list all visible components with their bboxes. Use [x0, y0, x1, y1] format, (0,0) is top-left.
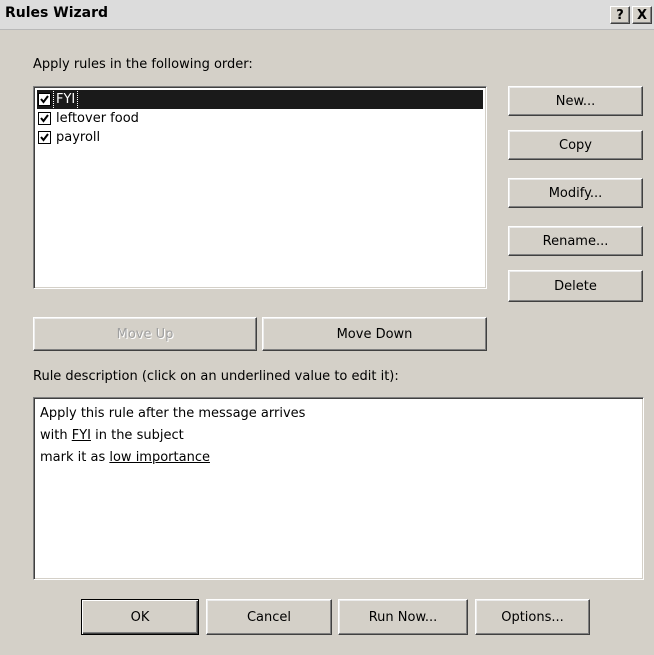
subject-value-link[interactable]: FYI: [72, 428, 91, 443]
window-title: Rules Wizard: [5, 5, 109, 21]
rule-label: payroll: [56, 130, 101, 145]
modify-button[interactable]: Modify...: [508, 178, 643, 208]
rule-item-payroll[interactable]: payroll: [37, 128, 483, 147]
rule-description-box: Apply this rule after the message arrive…: [33, 397, 644, 580]
rules-list[interactable]: FYI leftover food payroll: [33, 86, 487, 289]
ok-button[interactable]: OK: [81, 599, 199, 635]
rule-checkbox[interactable]: [38, 93, 51, 106]
rule-checkbox[interactable]: [38, 131, 51, 144]
description-line: with FYI in the subject: [40, 428, 184, 443]
delete-button[interactable]: Delete: [508, 270, 643, 302]
checkmark-icon: [40, 133, 49, 142]
help-button[interactable]: ?: [610, 6, 630, 24]
description-line: Apply this rule after the message arrive…: [40, 406, 306, 421]
options-button[interactable]: Options...: [475, 599, 590, 635]
checkmark-icon: [40, 114, 49, 123]
move-up-button[interactable]: Move Up: [33, 317, 257, 351]
checkmark-icon: [40, 95, 49, 104]
rule-label: FYI: [52, 89, 79, 110]
close-button[interactable]: X: [632, 6, 652, 24]
run-now-button[interactable]: Run Now...: [338, 599, 468, 635]
importance-value-link[interactable]: low importance: [109, 450, 210, 465]
description-line: mark it as low importance: [40, 450, 210, 465]
move-down-button[interactable]: Move Down: [262, 317, 487, 351]
rule-label: leftover food: [56, 111, 139, 126]
copy-button[interactable]: Copy: [508, 130, 643, 160]
rule-item-leftover-food[interactable]: leftover food: [37, 109, 483, 128]
title-bar: Rules Wizard ? X: [0, 0, 654, 30]
rules-order-label: Apply rules in the following order:: [33, 57, 253, 72]
rename-button[interactable]: Rename...: [508, 226, 643, 256]
rule-item-fyi[interactable]: FYI: [37, 89, 483, 110]
new-button[interactable]: New...: [508, 86, 643, 116]
rule-description-label: Rule description (click on an underlined…: [33, 369, 399, 384]
rule-checkbox[interactable]: [38, 112, 51, 125]
cancel-button[interactable]: Cancel: [206, 599, 332, 635]
